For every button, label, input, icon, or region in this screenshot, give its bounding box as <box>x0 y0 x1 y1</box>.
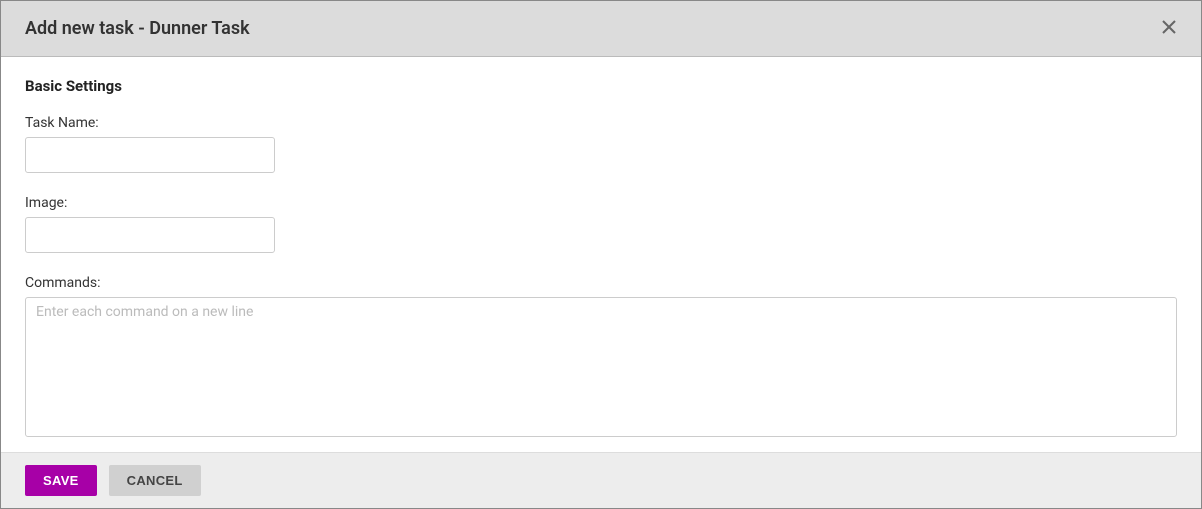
commands-label: Commands: <box>25 275 1177 291</box>
save-button[interactable]: SAVE <box>25 465 97 496</box>
image-input[interactable] <box>25 217 275 253</box>
task-name-input[interactable] <box>25 137 275 173</box>
close-button[interactable] <box>1157 15 1181 42</box>
image-label: Image: <box>25 195 1177 211</box>
close-icon <box>1161 19 1177 38</box>
task-name-label: Task Name: <box>25 115 1177 131</box>
modal-title: Add new task - Dunner Task <box>25 18 250 39</box>
cancel-button[interactable]: CANCEL <box>109 465 201 496</box>
image-group: Image: <box>25 195 1177 253</box>
task-name-group: Task Name: <box>25 115 1177 173</box>
commands-textarea[interactable] <box>25 297 1177 437</box>
add-task-modal: Add new task - Dunner Task Basic Setting… <box>0 0 1202 509</box>
section-title: Basic Settings <box>25 77 1177 95</box>
modal-body: Basic Settings Task Name: Image: Command… <box>1 57 1201 452</box>
commands-group: Commands: <box>25 275 1177 441</box>
modal-header: Add new task - Dunner Task <box>1 1 1201 57</box>
modal-footer: SAVE CANCEL <box>1 452 1201 508</box>
